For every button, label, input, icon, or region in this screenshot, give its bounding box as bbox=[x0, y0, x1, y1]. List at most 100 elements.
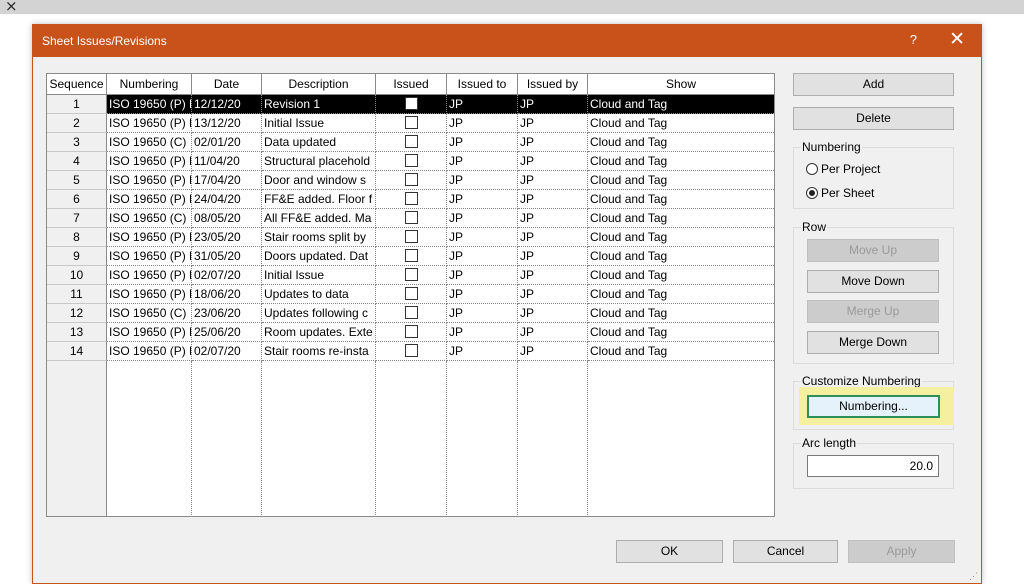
row-show[interactable]: Cloud and Tag bbox=[588, 304, 774, 323]
row-issued-by[interactable]: JP bbox=[518, 209, 588, 228]
row-numbering[interactable]: ISO 19650 (P) P bbox=[107, 266, 192, 285]
table-row[interactable]: 14 ISO 19650 (P) P 02/07/20 Stair rooms re-… bbox=[47, 342, 774, 361]
row-sequence[interactable]: 7 bbox=[47, 209, 107, 228]
row-description[interactable]: FF&E added. Floor f bbox=[262, 190, 376, 209]
row-issued-to[interactable]: JP bbox=[447, 114, 518, 133]
row-issued-by[interactable]: JP bbox=[518, 171, 588, 190]
resize-grip-icon[interactable]: ⋰ bbox=[969, 571, 979, 581]
row-show[interactable]: Cloud and Tag bbox=[588, 342, 774, 361]
issued-checkbox[interactable] bbox=[404, 135, 418, 149]
row-issued[interactable] bbox=[376, 323, 447, 342]
issued-checkbox[interactable] bbox=[404, 306, 418, 320]
header-issued-by[interactable]: Issued by bbox=[518, 74, 588, 94]
row-issued[interactable] bbox=[376, 190, 447, 209]
issued-checkbox[interactable] bbox=[404, 325, 418, 339]
row-description[interactable]: Stair rooms re-insta bbox=[262, 342, 376, 361]
header-description[interactable]: Description bbox=[262, 74, 376, 94]
numbering-button[interactable]: Numbering... bbox=[807, 395, 940, 418]
header-issued-to[interactable]: Issued to bbox=[447, 74, 518, 94]
row-sequence[interactable]: 11 bbox=[47, 285, 107, 304]
row-description[interactable]: Initial Issue bbox=[262, 114, 376, 133]
row-show[interactable]: Cloud and Tag bbox=[588, 171, 774, 190]
row-sequence[interactable]: 6 bbox=[47, 190, 107, 209]
table-row[interactable]: 11 ISO 19650 (P) P 18/06/20 Updates to data… bbox=[47, 285, 774, 304]
row-date[interactable]: 02/07/20 bbox=[192, 342, 262, 361]
row-date[interactable]: 24/04/20 bbox=[192, 190, 262, 209]
move-down-button[interactable]: Move Down bbox=[807, 270, 939, 293]
table-row[interactable]: 9 ISO 19650 (P) P 31/05/20 Doors updated. D… bbox=[47, 247, 774, 266]
issued-checkbox[interactable] bbox=[404, 154, 418, 168]
row-description[interactable]: All FF&E added. Ma bbox=[262, 209, 376, 228]
issued-checkbox[interactable] bbox=[404, 173, 418, 187]
issued-checkbox[interactable] bbox=[404, 287, 418, 301]
row-issued-to[interactable]: JP bbox=[447, 342, 518, 361]
row-sequence[interactable]: 14 bbox=[47, 342, 107, 361]
row-issued[interactable] bbox=[376, 95, 447, 114]
row-description[interactable]: Revision 1 bbox=[262, 95, 376, 114]
row-sequence[interactable]: 5 bbox=[47, 171, 107, 190]
table-row[interactable]: 7 ISO 19650 (C) 08/05/20 All FF&E added. Ma… bbox=[47, 209, 774, 228]
arc-length-input[interactable]: 20.0 bbox=[807, 455, 939, 477]
row-date[interactable]: 08/05/20 bbox=[192, 209, 262, 228]
row-date[interactable]: 02/01/20 bbox=[192, 133, 262, 152]
row-issued-by[interactable]: JP bbox=[518, 342, 588, 361]
row-issued[interactable] bbox=[376, 171, 447, 190]
cancel-button[interactable]: Cancel bbox=[733, 540, 838, 563]
row-issued-to[interactable]: JP bbox=[447, 228, 518, 247]
close-icon[interactable]: ✕ bbox=[949, 28, 965, 50]
row-description[interactable]: Updates to data bbox=[262, 285, 376, 304]
row-issued-by[interactable]: JP bbox=[518, 285, 588, 304]
row-sequence[interactable]: 2 bbox=[47, 114, 107, 133]
row-description[interactable]: Initial Issue bbox=[262, 266, 376, 285]
row-issued-by[interactable]: JP bbox=[518, 114, 588, 133]
row-date[interactable]: 02/07/20 bbox=[192, 266, 262, 285]
row-sequence[interactable]: 1 bbox=[47, 95, 107, 114]
table-row[interactable]: 12 ISO 19650 (C) 23/06/20 Updates following… bbox=[47, 304, 774, 323]
row-issued[interactable] bbox=[376, 209, 447, 228]
row-issued-to[interactable]: JP bbox=[447, 285, 518, 304]
row-numbering[interactable]: ISO 19650 (P) P bbox=[107, 247, 192, 266]
row-numbering[interactable]: ISO 19650 (P) P bbox=[107, 342, 192, 361]
row-numbering[interactable]: ISO 19650 (P) P bbox=[107, 323, 192, 342]
issued-checkbox[interactable] bbox=[404, 249, 418, 263]
table-row[interactable]: 2 ISO 19650 (P) P 13/12/20 Initial Issue JP J… bbox=[47, 114, 774, 133]
row-description[interactable]: Door and window s bbox=[262, 171, 376, 190]
per-sheet-radio-dot[interactable] bbox=[806, 186, 818, 199]
header-numbering[interactable]: Numbering bbox=[107, 74, 192, 94]
row-sequence[interactable]: 4 bbox=[47, 152, 107, 171]
row-issued-by[interactable]: JP bbox=[518, 190, 588, 209]
row-show[interactable]: Cloud and Tag bbox=[588, 209, 774, 228]
add-button[interactable]: Add bbox=[793, 73, 954, 96]
header-issued[interactable]: Issued bbox=[376, 74, 447, 94]
row-date[interactable]: 18/06/20 bbox=[192, 285, 262, 304]
issued-checkbox[interactable] bbox=[404, 344, 418, 358]
row-date[interactable]: 25/06/20 bbox=[192, 323, 262, 342]
row-issued[interactable] bbox=[376, 266, 447, 285]
issued-checkbox[interactable] bbox=[404, 192, 418, 206]
table-row[interactable]: 8 ISO 19650 (P) P 23/05/20 Stair rooms spli… bbox=[47, 228, 774, 247]
ok-button[interactable]: OK bbox=[616, 540, 723, 563]
row-sequence[interactable]: 10 bbox=[47, 266, 107, 285]
table-row[interactable]: 13 ISO 19650 (P) P 25/06/20 Room updates. E… bbox=[47, 323, 774, 342]
row-show[interactable]: Cloud and Tag bbox=[588, 133, 774, 152]
row-numbering[interactable]: ISO 19650 (P) P bbox=[107, 152, 192, 171]
row-description[interactable]: Data updated bbox=[262, 133, 376, 152]
row-show[interactable]: Cloud and Tag bbox=[588, 95, 774, 114]
issued-checkbox[interactable] bbox=[404, 268, 418, 282]
per-project-radio-dot[interactable] bbox=[806, 162, 818, 175]
help-icon[interactable]: ? bbox=[910, 32, 917, 47]
row-issued-by[interactable]: JP bbox=[518, 247, 588, 266]
row-issued[interactable] bbox=[376, 304, 447, 323]
row-date[interactable]: 31/05/20 bbox=[192, 247, 262, 266]
row-sequence[interactable]: 9 bbox=[47, 247, 107, 266]
row-issued-to[interactable]: JP bbox=[447, 133, 518, 152]
row-description[interactable]: Room updates. Exte bbox=[262, 323, 376, 342]
issued-checkbox[interactable] bbox=[404, 211, 418, 225]
row-show[interactable]: Cloud and Tag bbox=[588, 285, 774, 304]
row-numbering[interactable]: ISO 19650 (C) bbox=[107, 304, 192, 323]
row-sequence[interactable]: 8 bbox=[47, 228, 107, 247]
row-issued-by[interactable]: JP bbox=[518, 152, 588, 171]
delete-button[interactable]: Delete bbox=[793, 107, 954, 130]
row-numbering[interactable]: ISO 19650 (P) P bbox=[107, 95, 192, 114]
row-issued-to[interactable]: JP bbox=[447, 171, 518, 190]
